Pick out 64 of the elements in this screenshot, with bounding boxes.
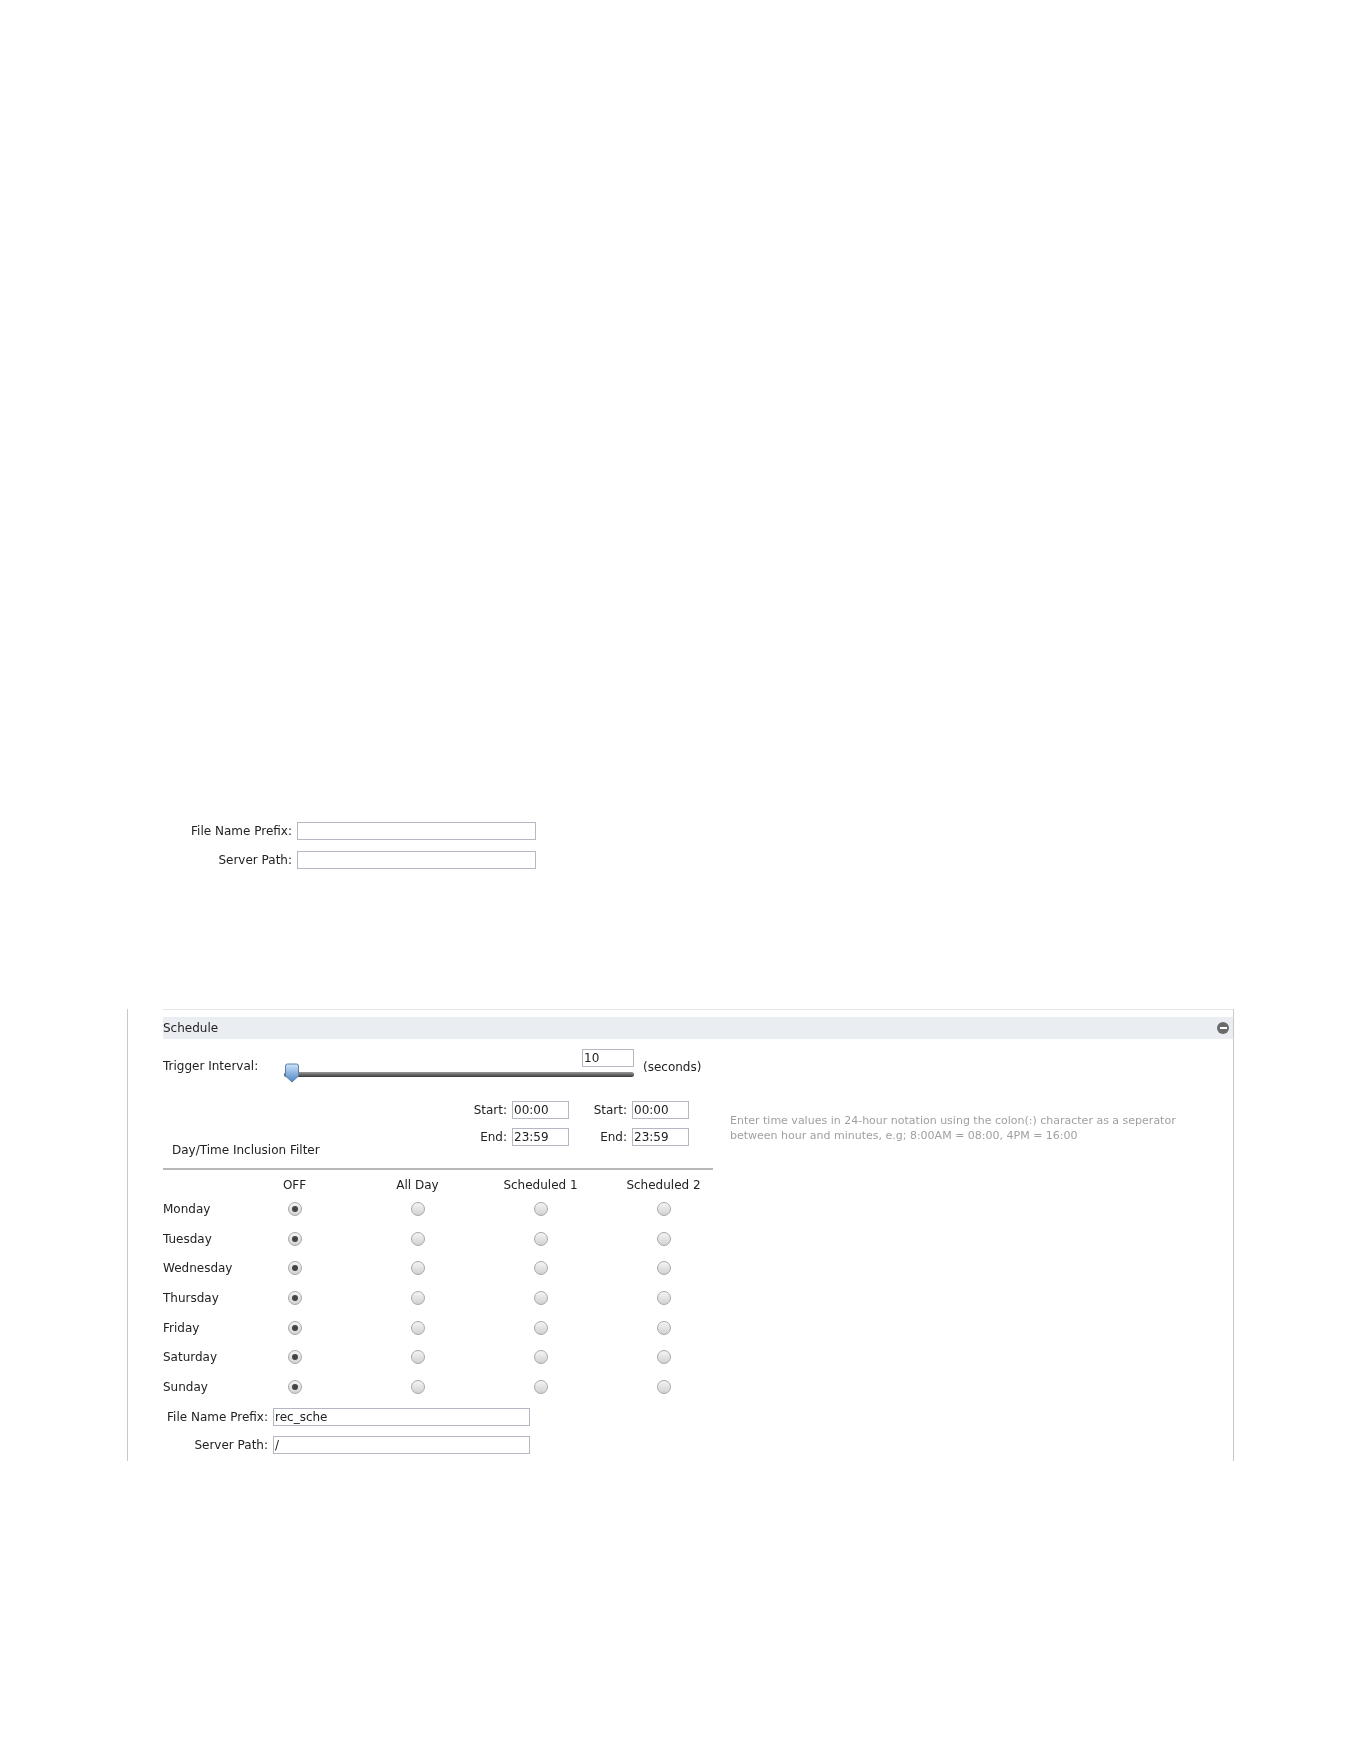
input-field[interactable]: 00:00: [512, 1101, 569, 1119]
radio-button[interactable]: [287, 1290, 302, 1305]
day-label: Monday: [163, 1202, 211, 1215]
radio-button[interactable]: [656, 1350, 671, 1365]
field-label: Server Path:: [193, 1438, 268, 1451]
collapse-button[interactable]: [1217, 1022, 1229, 1034]
slider-thumb[interactable]: [284, 1063, 300, 1083]
field-label: Server Path:: [217, 854, 292, 866]
radio-button[interactable]: [410, 1290, 425, 1305]
day-label: Tuesday: [163, 1232, 212, 1245]
radio-button[interactable]: [656, 1379, 671, 1394]
radio-button[interactable]: [287, 1379, 302, 1394]
field-label: Start:: [592, 1104, 627, 1116]
radio-button[interactable]: [533, 1350, 548, 1365]
input-field[interactable]: 00:00: [632, 1101, 689, 1119]
radio-button[interactable]: [287, 1320, 302, 1335]
input-field[interactable]: 23:59: [512, 1128, 569, 1146]
radio-button[interactable]: [533, 1320, 548, 1335]
section-title: Schedule: [163, 1022, 219, 1034]
column-header: OFF: [282, 1179, 307, 1191]
input-field[interactable]: /: [273, 1435, 530, 1454]
section-label: Day/Time Inclusion Filter: [171, 1144, 321, 1156]
field-label: Trigger Interval:: [163, 1060, 260, 1072]
radio-button[interactable]: [533, 1261, 548, 1276]
radio-button[interactable]: [287, 1231, 302, 1246]
unit-label: (seconds): [643, 1061, 702, 1073]
radio-button[interactable]: [410, 1379, 425, 1394]
radio-button[interactable]: [410, 1350, 425, 1365]
radio-button[interactable]: [656, 1261, 671, 1276]
input-field[interactable]: [297, 822, 536, 840]
column-header: All Day: [396, 1179, 439, 1191]
radio-button[interactable]: [287, 1350, 302, 1365]
radio-button[interactable]: [656, 1231, 671, 1246]
field-label: File Name Prefix:: [166, 1410, 268, 1423]
field-label: Start:: [472, 1104, 507, 1116]
radio-button[interactable]: [533, 1379, 548, 1394]
radio-button[interactable]: [410, 1320, 425, 1335]
column-header: Scheduled 1: [503, 1179, 578, 1191]
radio-button[interactable]: [410, 1201, 425, 1216]
radio-button[interactable]: [533, 1231, 548, 1246]
radio-button[interactable]: [533, 1201, 548, 1216]
input-field[interactable]: 10: [582, 1049, 634, 1067]
radio-button[interactable]: [533, 1290, 548, 1305]
radio-button[interactable]: [287, 1261, 302, 1276]
input-field[interactable]: [297, 851, 536, 869]
radio-button[interactable]: [410, 1261, 425, 1276]
day-label: Wednesday: [163, 1262, 233, 1275]
day-label: Saturday: [163, 1351, 218, 1364]
radio-button[interactable]: [656, 1290, 671, 1305]
radio-button[interactable]: [656, 1201, 671, 1216]
field-label: End:: [599, 1131, 627, 1143]
radio-button[interactable]: [656, 1320, 671, 1335]
radio-button[interactable]: [287, 1201, 302, 1216]
minus-icon: [1219, 1027, 1227, 1029]
day-label: Thursday: [163, 1291, 219, 1304]
field-label: End:: [479, 1131, 507, 1143]
day-label: Sunday: [163, 1380, 208, 1393]
input-field[interactable]: 23:59: [632, 1128, 689, 1146]
input-field[interactable]: rec_sche: [273, 1407, 530, 1426]
radio-button[interactable]: [410, 1231, 425, 1246]
column-header: Scheduled 2: [626, 1179, 701, 1191]
day-label: Friday: [163, 1321, 200, 1334]
field-label: File Name Prefix:: [190, 825, 292, 837]
hint-text: Enter time values in 24-hour notation using the colon(:) character as a seperator between hour and minutes, e.g; 8:00AM = 08:00, 4PM = 16:00: [730, 1113, 1177, 1144]
